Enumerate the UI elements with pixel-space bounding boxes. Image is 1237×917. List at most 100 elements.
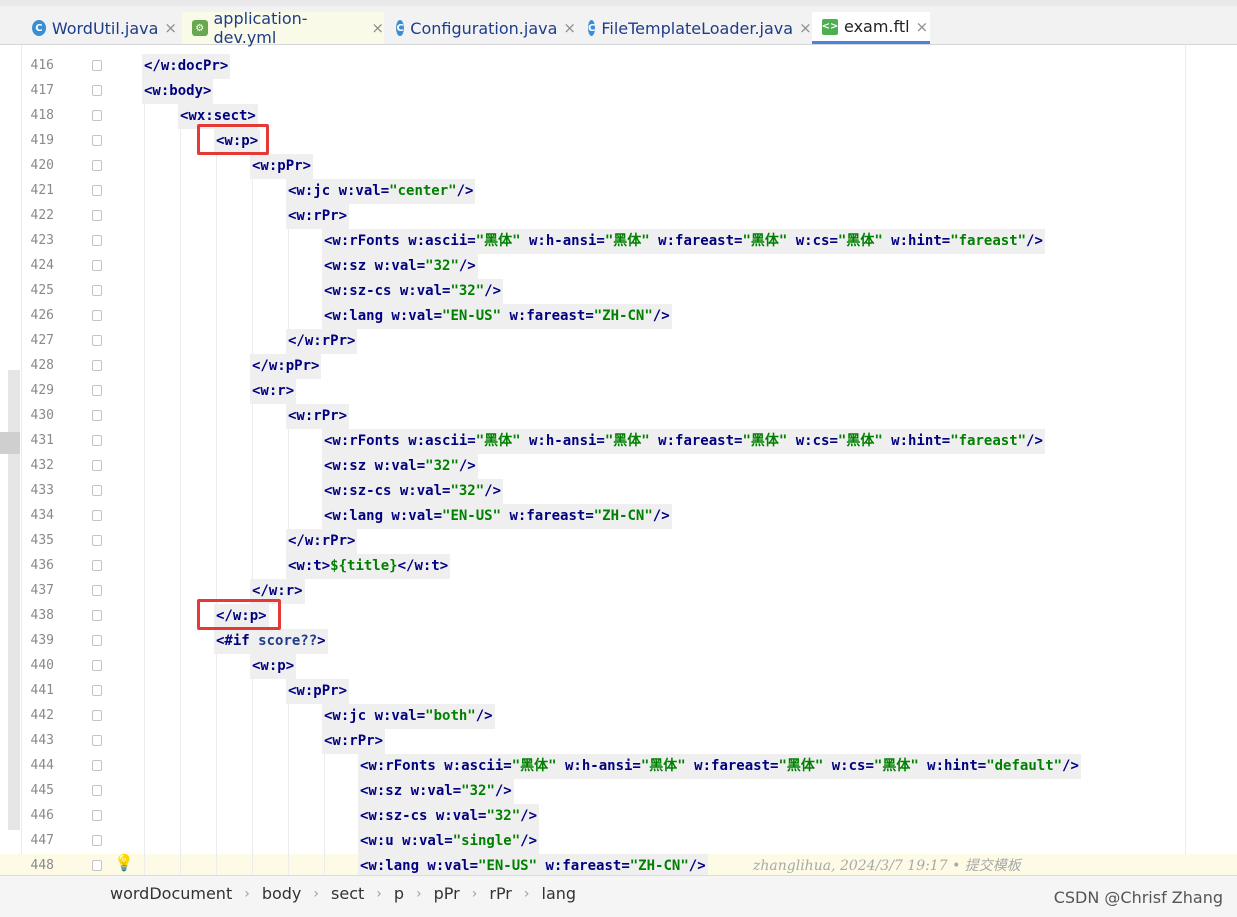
code-line[interactable]: 432 <w:sz w:val="32"/> — [0, 454, 1237, 479]
code-text[interactable]: <w:u w:val="single"/> — [358, 829, 540, 854]
fold-marker-icon[interactable] — [92, 735, 102, 746]
fold-marker-icon[interactable] — [92, 560, 102, 571]
code-text[interactable]: <w:body> — [142, 79, 214, 104]
code-text[interactable]: <w:pPr> — [250, 154, 314, 179]
breadcrumb-item[interactable]: body — [262, 884, 302, 903]
code-text[interactable]: <w:sz-cs w:val="32"/> — [358, 804, 540, 829]
breadcrumb-item[interactable]: rPr — [489, 884, 512, 903]
fold-marker-icon[interactable] — [92, 335, 102, 346]
code-text[interactable]: <w:r> — [250, 379, 297, 404]
code-line[interactable]: 438 </w:p> — [0, 604, 1237, 629]
fold-marker-icon[interactable] — [92, 285, 102, 296]
code-text[interactable]: <w:rFonts w:ascii="黑体" w:h-ansi="黑体" w:f… — [322, 229, 1045, 254]
breadcrumb-item[interactable]: wordDocument — [110, 884, 232, 903]
fold-marker-icon[interactable] — [92, 385, 102, 396]
code-line[interactable]: 430 <w:rPr> — [0, 404, 1237, 429]
fold-marker-icon[interactable] — [92, 835, 102, 846]
code-text[interactable]: <w:jc w:val="center"/> — [286, 179, 476, 204]
fold-marker-icon[interactable] — [92, 210, 102, 221]
close-icon[interactable]: × — [916, 18, 929, 36]
code-line[interactable]: 419 <w:p> — [0, 129, 1237, 154]
fold-marker-icon[interactable] — [92, 785, 102, 796]
fold-marker-icon[interactable] — [92, 135, 102, 146]
fold-marker-icon[interactable] — [92, 710, 102, 721]
code-line[interactable]: 423 <w:rFonts w:ascii="黑体" w:h-ansi="黑体" … — [0, 229, 1237, 254]
code-line[interactable]: 418 <wx:sect> — [0, 104, 1237, 129]
code-line[interactable]: 421 <w:jc w:val="center"/> — [0, 179, 1237, 204]
code-line[interactable]: 431 <w:rFonts w:ascii="黑体" w:h-ansi="黑体" … — [0, 429, 1237, 454]
fold-marker-icon[interactable] — [92, 510, 102, 521]
tab-filetemplateloader[interactable]: C FileTemplateLoader.java × — [578, 12, 812, 44]
fold-marker-icon[interactable] — [92, 760, 102, 771]
fold-marker-icon[interactable] — [92, 110, 102, 121]
code-text[interactable]: <w:sz w:val="32"/> — [322, 454, 478, 479]
code-text[interactable]: <w:sz w:val="32"/> — [358, 779, 514, 804]
code-line[interactable]: 443 <w:rPr> — [0, 729, 1237, 754]
fold-marker-icon[interactable] — [92, 660, 102, 671]
code-line[interactable]: 433 <w:sz-cs w:val="32"/> — [0, 479, 1237, 504]
code-text[interactable]: <w:rPr> — [286, 204, 350, 229]
code-line[interactable]: 437 </w:r> — [0, 579, 1237, 604]
code-line[interactable]: 436 <w:t>${title}</w:t> — [0, 554, 1237, 579]
fold-marker-icon[interactable] — [92, 60, 102, 71]
code-line[interactable]: 416 </w:docPr> — [0, 54, 1237, 79]
fold-marker-icon[interactable] — [92, 410, 102, 421]
close-icon[interactable]: × — [563, 19, 576, 37]
fold-marker-icon[interactable] — [92, 160, 102, 171]
code-line[interactable]: 417 <w:body> — [0, 79, 1237, 104]
tab-application-dev-yml[interactable]: ⚙ application-dev.yml × — [182, 9, 384, 47]
close-icon[interactable]: × — [164, 19, 177, 37]
fold-marker-icon[interactable] — [92, 685, 102, 696]
code-text[interactable]: <w:sz-cs w:val="32"/> — [322, 279, 504, 304]
code-text[interactable]: <w:sz w:val="32"/> — [322, 254, 478, 279]
tab-configuration[interactable]: C Configuration.java × — [386, 12, 576, 44]
code-line[interactable]: 440 <w:p> — [0, 654, 1237, 679]
breadcrumb-item[interactable]: p — [394, 884, 404, 903]
code-line[interactable]: 422 <w:rPr> — [0, 204, 1237, 229]
code-line[interactable]: 428 </w:pPr> — [0, 354, 1237, 379]
code-line[interactable]: 445 <w:sz w:val="32"/> — [0, 779, 1237, 804]
code-text[interactable]: </w:rPr> — [286, 529, 358, 554]
fold-marker-icon[interactable] — [92, 310, 102, 321]
code-line[interactable]: 444 <w:rFonts w:ascii="黑体" w:h-ansi="黑体" … — [0, 754, 1237, 779]
code-text[interactable]: <w:t>${title}</w:t> — [286, 554, 451, 579]
code-line[interactable]: 439 <#if score??> — [0, 629, 1237, 654]
fold-marker-icon[interactable] — [92, 535, 102, 546]
code-line[interactable]: 424 <w:sz w:val="32"/> — [0, 254, 1237, 279]
breadcrumb-item[interactable]: pPr — [434, 884, 460, 903]
fold-marker-icon[interactable] — [92, 360, 102, 371]
fold-marker-icon[interactable] — [92, 585, 102, 596]
close-icon[interactable]: × — [371, 19, 384, 37]
code-line[interactable]: 442 <w:jc w:val="both"/> — [0, 704, 1237, 729]
code-text[interactable]: <w:jc w:val="both"/> — [322, 704, 495, 729]
fold-marker-icon[interactable] — [92, 460, 102, 471]
fold-marker-icon[interactable] — [92, 435, 102, 446]
fold-marker-icon[interactable] — [92, 260, 102, 271]
code-line[interactable]: 446 <w:sz-cs w:val="32"/> — [0, 804, 1237, 829]
code-text[interactable]: </w:pPr> — [250, 354, 322, 379]
code-line[interactable]: 429 <w:r> — [0, 379, 1237, 404]
fold-marker-icon[interactable] — [92, 860, 102, 871]
code-text[interactable]: <w:rFonts w:ascii="黑体" w:h-ansi="黑体" w:f… — [322, 429, 1045, 454]
fold-marker-icon[interactable] — [92, 185, 102, 196]
fold-marker-icon[interactable] — [92, 235, 102, 246]
fold-marker-icon[interactable] — [92, 485, 102, 496]
code-line[interactable]: 420 <w:pPr> — [0, 154, 1237, 179]
breadcrumb-item[interactable]: sect — [331, 884, 364, 903]
code-text[interactable]: </w:docPr> — [142, 54, 231, 79]
code-line[interactable]: 425 <w:sz-cs w:val="32"/> — [0, 279, 1237, 304]
fold-marker-icon[interactable] — [92, 610, 102, 621]
tab-exam-ftl[interactable]: <> exam.ftl × — [812, 12, 930, 44]
code-text[interactable]: <w:rFonts w:ascii="黑体" w:h-ansi="黑体" w:f… — [358, 754, 1081, 779]
code-text[interactable]: <w:lang w:val="EN-US" w:fareast="ZH-CN"/… — [322, 304, 672, 329]
fold-marker-icon[interactable] — [92, 85, 102, 96]
code-text[interactable]: <w:rPr> — [286, 404, 350, 429]
lightbulb-icon[interactable]: 💡 — [114, 853, 134, 872]
code-text[interactable]: <w:sz-cs w:val="32"/> — [322, 479, 504, 504]
close-icon[interactable]: × — [799, 19, 812, 37]
code-text[interactable]: <w:rPr> — [322, 729, 386, 754]
fold-marker-icon[interactable] — [92, 810, 102, 821]
tab-wordutil[interactable]: C WordUtil.java × — [22, 12, 177, 44]
code-text[interactable]: </w:rPr> — [286, 329, 358, 354]
breadcrumb-item[interactable]: lang — [542, 884, 577, 903]
